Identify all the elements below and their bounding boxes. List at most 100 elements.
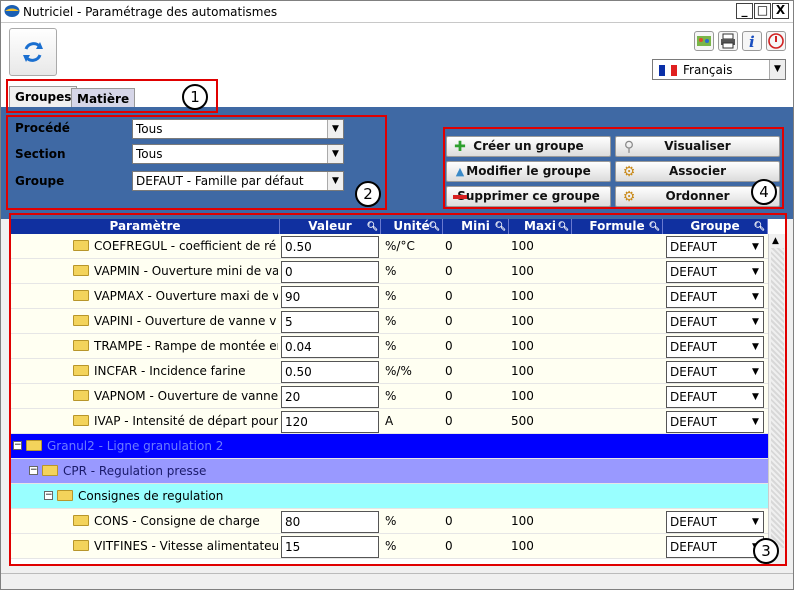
col-valeur[interactable]: Valeur 🔍︎ <box>280 219 381 234</box>
col-formule[interactable]: Formule 🔍︎ <box>572 219 663 234</box>
col-mini[interactable]: Mini 🔍︎ <box>443 219 509 234</box>
param-cell: VAPNOM - Ouverture de vanne <box>73 384 278 409</box>
chevron-down-icon[interactable]: ▼ <box>748 312 763 332</box>
chevron-down-icon[interactable]: ▼ <box>748 237 763 257</box>
groupe-select[interactable]: DEFAUT▼ <box>666 536 764 558</box>
valeur-input[interactable]: 0 <box>281 261 379 283</box>
procede-label: Procédé <box>15 121 70 135</box>
minimize-button[interactable]: _ <box>736 3 753 19</box>
table-row[interactable]: COEFREGUL - coefficient de ré 0.50 %/°C … <box>11 234 768 259</box>
unite-cell: %/°C <box>385 239 415 253</box>
power-icon[interactable] <box>766 31 786 51</box>
groupe-select[interactable]: DEFAUT▼ <box>666 386 764 408</box>
tab-matiere[interactable]: Matière <box>71 88 136 107</box>
groupe-select[interactable]: DEFAUT▼ <box>666 511 764 533</box>
unite-cell: % <box>385 539 397 553</box>
associate-button[interactable]: ⚙ Associer <box>615 161 780 182</box>
delete-group-button[interactable]: Supprimer ce groupe <box>446 186 611 207</box>
chevron-down-icon[interactable]: ▼ <box>748 287 763 307</box>
chevron-down-icon[interactable]: ▼ <box>769 60 785 79</box>
section-value: Tous <box>136 147 163 161</box>
close-button[interactable]: X <box>772 3 789 19</box>
valeur-input[interactable]: 15 <box>281 536 379 558</box>
param-cell: VITFINES - Vitesse alimentateu <box>73 534 278 559</box>
unite-cell: % <box>385 289 397 303</box>
toolbar: i Français ▼ <box>1 23 793 83</box>
french-flag-icon <box>659 65 677 76</box>
chevron-down-icon[interactable]: ▼ <box>327 145 343 163</box>
valeur-input[interactable]: 0.50 <box>281 361 379 383</box>
chevron-down-icon[interactable]: ▼ <box>327 120 343 138</box>
refresh-button[interactable] <box>9 28 57 76</box>
search-icon[interactable]: 🔍︎ <box>649 220 660 235</box>
maximize-button[interactable]: □ <box>754 3 771 19</box>
col-unite[interactable]: Unité 🔍︎ <box>381 219 443 234</box>
table-row[interactable]: TRAMPE - Rampe de montée er 0.04 % 0 100… <box>11 334 768 359</box>
collapse-icon[interactable]: − <box>44 491 53 500</box>
col-parametre[interactable]: Paramètre <box>11 219 280 234</box>
tree-node-level1[interactable]: − Granul2 - Ligne granulation 2 <box>11 434 768 459</box>
unite-cell: % <box>385 264 397 278</box>
table-row[interactable]: VITFINES - Vitesse alimentateu 15 % 0 10… <box>11 534 768 559</box>
groupe-select[interactable]: DEFAUT▼ <box>666 361 764 383</box>
search-icon[interactable]: 🔍︎ <box>367 220 378 235</box>
annotation-number-1: 1 <box>182 84 208 110</box>
table-row[interactable]: IVAP - Intensité de départ pour 120 A 0 … <box>11 409 768 434</box>
groupe-select[interactable]: DEFAUT▼ <box>666 236 764 258</box>
table-row[interactable]: VAPMIN - Ouverture mini de va 0 % 0 100 … <box>11 259 768 284</box>
table-row[interactable]: VAPNOM - Ouverture de vanne 20 % 0 100 D… <box>11 384 768 409</box>
maxi-cell: 500 <box>511 414 534 428</box>
table-row[interactable]: VAPINI - Ouverture de vanne v 5 % 0 100 … <box>11 309 768 334</box>
palette-icon[interactable] <box>694 31 714 51</box>
valeur-input[interactable]: 80 <box>281 511 379 533</box>
procede-select[interactable]: Tous ▼ <box>132 119 344 139</box>
chevron-down-icon[interactable]: ▼ <box>748 387 763 407</box>
chevron-down-icon[interactable]: ▼ <box>748 262 763 282</box>
tab-groupes[interactable]: Groupes <box>9 86 78 107</box>
create-group-button[interactable]: ✚ Créer un groupe <box>446 136 611 157</box>
col-groupe[interactable]: Groupe 🔍︎ <box>663 219 768 234</box>
scroll-thumb[interactable] <box>771 248 784 548</box>
table-row[interactable]: INCFAR - Incidence farine 0.50 %/% 0 100… <box>11 359 768 384</box>
valeur-input[interactable]: 90 <box>281 286 379 308</box>
chevron-down-icon[interactable]: ▼ <box>748 362 763 382</box>
groupe-select[interactable]: DEFAUT▼ <box>666 336 764 358</box>
printer-icon[interactable] <box>718 31 738 51</box>
groupe-select[interactable]: DEFAUT - Famille par défaut ▼ <box>132 171 344 191</box>
valeur-input[interactable]: 0.50 <box>281 236 379 258</box>
table-row[interactable]: VAPMAX - Ouverture maxi de v 90 % 0 100 … <box>11 284 768 309</box>
scroll-up-icon[interactable]: ▲ <box>772 236 779 246</box>
folder-icon <box>73 540 89 551</box>
table-row[interactable]: CONS - Consigne de charge 80 % 0 100 DEF… <box>11 509 768 534</box>
view-label: Visualiser <box>664 139 731 153</box>
valeur-input[interactable]: 20 <box>281 386 379 408</box>
valeur-input[interactable]: 0.04 <box>281 336 379 358</box>
search-icon[interactable]: 🔍︎ <box>754 220 765 235</box>
modify-group-button[interactable]: ▲ Modifier le groupe <box>446 161 611 182</box>
info-icon[interactable]: i <box>742 31 762 51</box>
language-label: Français <box>683 63 733 77</box>
search-icon[interactable]: 🔍︎ <box>558 220 569 235</box>
tree-node-level2[interactable]: − CPR - Regulation presse <box>11 459 768 484</box>
collapse-icon[interactable]: − <box>29 466 38 475</box>
valeur-input[interactable]: 5 <box>281 311 379 333</box>
groupe-select[interactable]: DEFAUT▼ <box>666 261 764 283</box>
language-select[interactable]: Français ▼ <box>652 59 786 80</box>
section-select[interactable]: Tous ▼ <box>132 144 344 164</box>
tree-node-level3[interactable]: − Consignes de regulation <box>11 484 768 509</box>
collapse-icon[interactable]: − <box>13 441 22 450</box>
chevron-down-icon[interactable]: ▼ <box>327 172 343 190</box>
search-icon[interactable]: 🔍︎ <box>429 220 440 235</box>
chevron-down-icon[interactable]: ▼ <box>748 412 763 432</box>
groupe-select[interactable]: DEFAUT▼ <box>666 286 764 308</box>
vertical-scrollbar[interactable]: ▲ <box>768 234 786 564</box>
groupe-select[interactable]: DEFAUT▼ <box>666 411 764 433</box>
section-label: Section <box>15 147 66 161</box>
valeur-input[interactable]: 120 <box>281 411 379 433</box>
col-maxi[interactable]: Maxi 🔍︎ <box>509 219 572 234</box>
chevron-down-icon[interactable]: ▼ <box>748 337 763 357</box>
chevron-down-icon[interactable]: ▼ <box>748 512 763 532</box>
view-button[interactable]: ⚲ Visualiser <box>615 136 780 157</box>
search-icon[interactable]: 🔍︎ <box>495 220 506 235</box>
groupe-select[interactable]: DEFAUT▼ <box>666 311 764 333</box>
